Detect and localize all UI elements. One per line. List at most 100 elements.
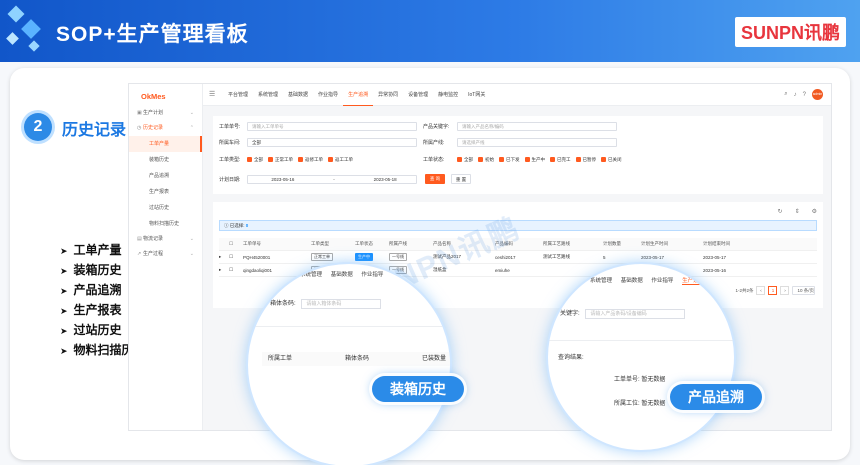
row-checkbox[interactable]: ☐ [229, 267, 243, 273]
avatar[interactable]: admin [812, 89, 823, 100]
page-button[interactable]: 1 [768, 286, 778, 295]
slide-header: SOP+生产管理看板 SUNPN讯鹏 [0, 0, 860, 62]
result-process: 所属工位: 暂无数据 [614, 401, 666, 407]
tab-work-guide[interactable]: 作业指导 [313, 84, 343, 106]
select-all-checkbox[interactable]: ☐ [229, 241, 243, 247]
app-topbar: ☰ 平台管理 系统管理 基础数据 作业指导 生产追溯 异常协同 设备管理 静电监… [203, 84, 831, 106]
sidebar-item-logistics[interactable]: ▤物流记录 ⌄ [129, 232, 202, 247]
decor-diamond-icon [7, 5, 25, 23]
result-title: 查询结果: [558, 355, 584, 361]
magnifier-boxing-history: 系统管理 基础数据 作业指导 箱体条码: 请输入箱体条码 所属工单 箱体条码 已… [246, 262, 452, 465]
tab-exception[interactable]: 异常协同 [373, 84, 403, 106]
decor-diamond-icon [21, 19, 41, 39]
date-range-picker[interactable]: 2023-05-16-2023-05-18 [247, 174, 417, 184]
tab-base-data[interactable]: 基础数据 [283, 84, 313, 106]
keyword-input[interactable]: 请输入产品条码/设备编码 [585, 309, 686, 319]
wo-status-checkbox[interactable]: 初始 [478, 157, 494, 163]
box-code-filter: 箱体条码: 请输入箱体条码 [270, 298, 382, 309]
column-height-icon[interactable]: ⇕ [795, 208, 800, 215]
section-number-badge: 2 [24, 113, 52, 141]
workshop-label: 所属车间: [219, 140, 241, 146]
app-sidebar: OkMes ▣生产计划 ⌄ ◷ 历史记录 ⌃ 工单产量 装箱历史 产品追溯 生产报表 … [129, 84, 203, 430]
wo-status-checkbox[interactable]: 生产中 [524, 157, 545, 163]
line-select[interactable]: 请选择产线 [457, 138, 617, 147]
table-header-row: ☐ 工单单号 工单类型 工单状态 所属产线 产品名称 产品编码 所属工艺路线 计… [219, 238, 817, 251]
help-icon[interactable]: ? [803, 92, 806, 98]
status-badge: 生产中 [355, 253, 373, 261]
table-row[interactable]: ▸ ☐ PQH4520001 正常工单 生产中 一号线 测试产品2017 ces… [219, 251, 817, 264]
section-title: 历史记录 [62, 122, 127, 139]
line-label: 所属产线: [423, 140, 445, 146]
selection-info-bar: ⓘ 已选择: 0 [219, 220, 817, 231]
info-icon: ⓘ [224, 223, 229, 228]
work-order-input[interactable]: 请输入工单单号 [247, 122, 417, 131]
tab-production-trace[interactable]: 生产追溯 [343, 84, 374, 106]
callout-boxing-history: 装箱历史 [372, 376, 464, 402]
box-code-input[interactable]: 请输入箱体条码 [301, 299, 382, 309]
menu-grid-icon[interactable]: ☰ [209, 90, 215, 98]
plan-date-label: 计划日期: [219, 176, 241, 183]
mag-top-menu: 系统管理 基础数据 作业指导 [300, 272, 384, 278]
wo-type-checkbox[interactable]: 正常工单 [268, 157, 293, 163]
bell-icon[interactable]: ♪ [794, 92, 797, 98]
decor-diamond-icon [28, 40, 40, 52]
sidebar-item-process[interactable]: ↗ 生产过程 ⌄ [129, 247, 202, 262]
product-keyword-label: 产品关键字: [423, 124, 450, 130]
magnifier-product-trace: 系统管理 基础数据 作业指导 生产追溯 关键字: 请输入产品条码/设备编码 查询… [546, 262, 736, 452]
chevron-right-icon: ➤ [60, 326, 68, 336]
wo-type-label: 工单类型: [219, 157, 241, 163]
sidebar-item-material-scan[interactable]: 物料扫描历史 [129, 216, 202, 232]
refresh-icon[interactable]: ↻ [778, 208, 783, 215]
expand-icon: ▸ [219, 254, 222, 259]
chevron-down-icon: ⌄ [189, 251, 194, 257]
chevron-right-icon: ➤ [60, 246, 68, 256]
callout-product-trace: 产品追溯 [670, 384, 762, 410]
slide-title: SOP+生产管理看板 [56, 23, 249, 46]
wo-type-checkbox[interactable]: 返修工单 [298, 157, 323, 163]
query-button[interactable]: 查 询 [425, 174, 445, 184]
box-code-label: 箱体条码: [270, 301, 296, 307]
brand-logo: SUNPN讯鹏 [734, 17, 846, 47]
chevron-down-icon: ⌄ [189, 110, 194, 116]
wo-status-checkbox[interactable]: 已暂停 [575, 157, 596, 163]
wo-status-checkbox[interactable]: 全部 [457, 157, 473, 163]
sidebar-item-plan[interactable]: ▣生产计划 ⌄ [129, 106, 202, 121]
next-page-button[interactable]: › [780, 286, 790, 295]
sidebar-item-station-history[interactable]: 过站历史 [129, 200, 202, 216]
sidebar-item-wo-output[interactable]: 工单产量 [129, 136, 202, 152]
pager-total: 1-2共2条 [735, 287, 754, 293]
wo-type-checkbox[interactable]: 全部 [247, 157, 263, 163]
sidebar-item-product-trace[interactable]: 产品追溯 [129, 168, 202, 184]
workshop-select[interactable]: 全部 [247, 138, 417, 147]
chevron-right-icon: ➤ [60, 286, 68, 296]
settings-icon[interactable]: ⚙ [812, 208, 817, 215]
tab-platform[interactable]: 平台管理 [223, 84, 253, 106]
product-keyword-input[interactable]: 请输入产品名称/编码 [457, 122, 617, 131]
work-order-label: 工单单号: [219, 124, 241, 130]
keyword-filter: 关键字: 请输入产品条码/设备编码 [560, 308, 686, 319]
wo-status-checkbox[interactable]: 已完工 [550, 157, 571, 163]
wo-status-label: 工单状态: [423, 157, 445, 163]
boxing-table-header: 所属工单 箱体条码 已装数量 [262, 352, 450, 366]
search-icon[interactable]: ⌕ [784, 91, 787, 98]
wo-type-checkbox[interactable]: 返工工单 [328, 157, 353, 163]
tab-iot[interactable]: IoT网关 [463, 84, 490, 106]
row-checkbox[interactable]: ☐ [229, 254, 243, 260]
wo-status-checkbox[interactable]: 已关闭 [601, 157, 622, 163]
mag-top-menu: 系统管理 基础数据 作业指导 生产追溯 [590, 278, 705, 285]
chevron-right-icon: ➤ [60, 346, 68, 356]
prev-page-button[interactable]: ‹ [756, 286, 766, 295]
result-work-order: 工单单号: 暂无数据 [614, 377, 666, 383]
page-size-select[interactable]: 10 条/页 [792, 286, 815, 295]
decor-diamond-icon [6, 32, 19, 45]
sidebar-item-boxing-history[interactable]: 装箱历史 [129, 152, 202, 168]
tab-equipment[interactable]: 设备管理 [403, 84, 433, 106]
reset-button[interactable]: 重 置 [451, 174, 471, 184]
tab-system[interactable]: 系统管理 [253, 84, 283, 106]
sidebar-item-production-report[interactable]: 生产报表 [129, 184, 202, 200]
chevron-right-icon: ➤ [60, 306, 68, 316]
wo-status-checkbox[interactable]: 已下发 [499, 157, 520, 163]
sidebar-item-history[interactable]: ◷ 历史记录 ⌃ [129, 121, 202, 136]
app-logo: OkMes [141, 92, 166, 101]
tab-esd[interactable]: 静电监控 [433, 84, 463, 106]
